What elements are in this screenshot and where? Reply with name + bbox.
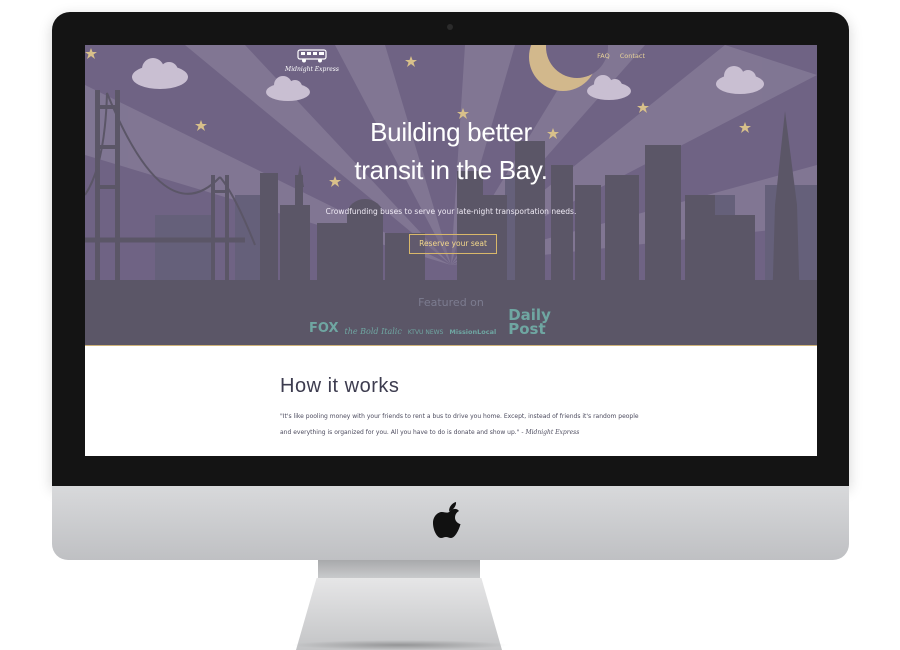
nav-faq-link[interactable]: FAQ — [597, 52, 610, 60]
imac-neck — [318, 560, 480, 578]
hero-headline: Building better transit in the Bay. — [85, 113, 817, 189]
hero-section: Midnight Express FAQ Contact Building be… — [85, 45, 817, 345]
hero-tagline: Crowdfunding buses to serve your late-ni… — [325, 207, 577, 216]
press-logo-daily-post[interactable]: Daily Post — [508, 308, 551, 337]
quote-author: Midnight Express — [525, 429, 580, 436]
bus-icon — [297, 49, 327, 63]
how-it-works-title: How it works — [280, 375, 400, 397]
press-logo-fox[interactable]: FOX — [309, 321, 339, 336]
press-logo-mission-local[interactable]: MissionLocal — [449, 328, 496, 336]
brand-logo[interactable]: Midnight Express — [284, 48, 340, 73]
headline-line-2: transit in the Bay. — [354, 155, 548, 185]
nav-contact-link[interactable]: Contact — [620, 52, 645, 60]
reserve-seat-button[interactable]: Reserve your seat — [409, 234, 497, 254]
stand-shadow — [290, 640, 510, 650]
press-logo-ktvu[interactable]: KTVU NEWS — [408, 329, 444, 336]
quote-text: "It's like pooling money with your frien… — [280, 413, 639, 436]
imac-frame: Midnight Express FAQ Contact Building be… — [52, 12, 849, 560]
press-logos: FOX the Bold Italic KTVU NEWS MissionLoc… — [309, 308, 551, 337]
featured-heading: Featured on — [418, 296, 484, 309]
how-it-works-quote: "It's like pooling money with your frien… — [280, 409, 640, 441]
apple-logo-icon — [433, 502, 461, 538]
press-logo-bold-italic[interactable]: the Bold Italic — [345, 327, 402, 336]
browser-viewport: Midnight Express FAQ Contact Building be… — [85, 45, 817, 456]
top-nav: FAQ Contact — [597, 52, 645, 60]
camera-icon — [447, 24, 453, 30]
headline-line-1: Building better — [370, 117, 532, 147]
brand-name: Midnight Express — [285, 66, 339, 73]
screen-bezel: Midnight Express FAQ Contact Building be… — [52, 12, 849, 486]
section-divider — [85, 345, 817, 346]
how-it-works-section: How it works "It's like pooling money wi… — [280, 375, 640, 441]
imac-chin — [52, 486, 849, 560]
